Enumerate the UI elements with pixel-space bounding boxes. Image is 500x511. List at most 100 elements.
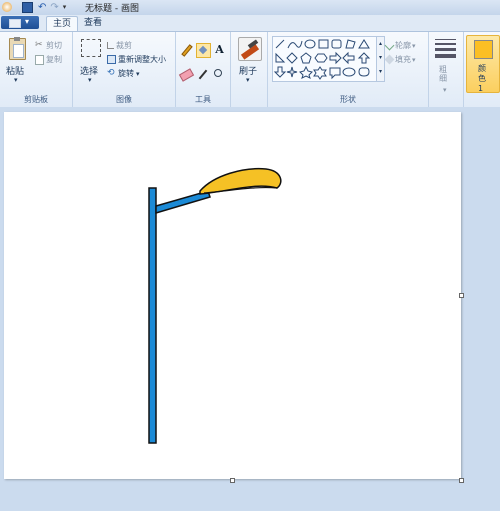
brushes-group[interactable]: 刷子 ▾ [231, 32, 268, 107]
color-picker-tool[interactable] [197, 68, 210, 81]
crop-icon [107, 42, 114, 49]
copy-icon [35, 54, 44, 65]
cut-label: 剪切 [46, 41, 62, 50]
pencil-tool[interactable] [180, 44, 193, 57]
clipboard-icon [9, 37, 26, 60]
pencil-icon [180, 44, 193, 57]
copy-label: 复制 [46, 55, 62, 64]
line-shape-icon [275, 39, 285, 49]
title-bar: ↶ ↷ ▾ 无标题 - 画图 [0, 0, 500, 16]
scissors-icon: ✂ [35, 40, 43, 50]
canvas-resize-handle-right[interactable] [459, 293, 464, 298]
clipboard-group: 粘贴 ▾ ✂ 剪切 复制 剪贴板 [0, 32, 73, 107]
lamp-head [199, 167, 282, 195]
tab-home[interactable]: 主页 [46, 16, 78, 32]
chevron-down-icon: ▾ [25, 17, 30, 26]
shapes-gallery[interactable] [272, 36, 378, 82]
size-label: 粗细 [439, 65, 447, 83]
fill-tool[interactable] [196, 43, 211, 58]
canvas[interactable] [4, 112, 461, 479]
color1-label: 颜色 1 [478, 64, 486, 93]
text-tool[interactable]: A [213, 43, 226, 56]
cloud-callout-shape-icon [358, 67, 370, 77]
line-width-icon [435, 39, 456, 58]
tools-group-label: 工具 [195, 95, 211, 104]
curve-shape-icon [287, 40, 303, 49]
eraser-icon [178, 68, 195, 82]
tab-view-label: 查看 [83, 18, 102, 28]
paint-menu-button[interactable]: ▾ [1, 16, 39, 29]
fill-bucket-icon [384, 54, 395, 65]
rectangle-shape-icon [318, 39, 329, 49]
right-triangle-shape-icon [275, 52, 286, 63]
canvas-resize-handle-corner[interactable] [459, 478, 464, 483]
resize-icon [107, 55, 116, 64]
pen-outline-icon [384, 40, 395, 51]
select-button[interactable]: 选择 ▾ [78, 36, 104, 86]
street-lamp-drawing [148, 167, 282, 444]
paint-menu-icon [9, 19, 21, 28]
shapes-group: ▴ ▾ ▾ 轮廓 ▾ 填充 ▾ 形状 [268, 32, 429, 107]
cut-button[interactable]: ✂ 剪切 [35, 40, 62, 51]
save-icon[interactable] [22, 1, 33, 13]
eyedropper-icon [198, 69, 208, 80]
up-arrow-shape-icon [357, 52, 371, 64]
canvas-resize-handle-bottom[interactable] [230, 478, 235, 483]
brush-icon [238, 37, 262, 61]
image-group: 选择 ▾ 裁剪 重新调整大小 ⟲ 旋转 ▾ 图像 [73, 32, 176, 107]
fill-button[interactable]: 填充 ▾ [384, 54, 416, 65]
diamond-shape-icon [286, 52, 298, 64]
rectangular-callout-shape-icon [329, 67, 341, 80]
chevron-down-icon: ▾ [412, 55, 416, 64]
five-point-star-shape-icon [299, 65, 313, 79]
chevron-down-icon: ▾ [378, 54, 382, 61]
chevron-down-icon: ▾ [88, 76, 92, 84]
outline-label: 轮廓 [395, 41, 411, 50]
color1-button[interactable]: 颜色 1 [466, 35, 500, 93]
four-point-star-shape-icon [286, 66, 298, 78]
tab-home-label: 主页 [52, 19, 71, 29]
crop-button[interactable]: 裁剪 [107, 40, 132, 51]
chevron-up-icon: ▴ [378, 40, 382, 47]
chevron-down-icon: ▾ [14, 76, 18, 84]
tab-view[interactable]: 查看 [80, 16, 106, 31]
magnifier-tool[interactable] [213, 68, 226, 81]
expand-icon: ▾ [378, 68, 382, 75]
polygon-shape-icon [345, 39, 356, 49]
rotate-button[interactable]: ⟲ 旋转 ▾ [107, 68, 140, 79]
ribbon: 粘贴 ▾ ✂ 剪切 复制 剪贴板 选择 ▾ 裁剪 重新调整大小 ⟲ 旋转 ▾ 图… [0, 31, 500, 108]
app-icon[interactable] [2, 2, 12, 12]
redo-icon[interactable]: ↷ [50, 2, 58, 13]
crop-label: 裁剪 [116, 41, 132, 50]
window-title: 无标题 - 画图 [85, 4, 139, 14]
lamp-pole [148, 187, 157, 444]
magnifier-icon [214, 69, 222, 77]
quick-access-toolbar: ↶ ↷ ▾ [2, 1, 66, 13]
size-button[interactable]: 粗细 ▾ [429, 32, 464, 107]
tools-group: A 工具 [176, 32, 231, 107]
right-arrow-shape-icon [329, 51, 342, 65]
paint-bucket-icon [198, 45, 208, 55]
chevron-down-icon: ▾ [136, 69, 140, 78]
chevron-down-icon: ▾ [412, 41, 416, 50]
left-arrow-shape-icon [342, 51, 355, 65]
six-point-star-shape-icon [313, 66, 327, 80]
paste-button[interactable]: 粘贴 ▾ [4, 36, 30, 86]
rotate-icon: ⟲ [107, 68, 115, 78]
undo-icon[interactable]: ↶ [38, 2, 46, 13]
chevron-down-icon: ▾ [246, 76, 250, 84]
oval-shape-icon [304, 39, 316, 49]
color1-swatch [474, 40, 493, 59]
down-arrow-shape-icon [273, 66, 287, 78]
outline-button[interactable]: 轮廓 ▾ [384, 40, 416, 51]
fill-label: 填充 [395, 55, 411, 64]
shapes-gallery-icons [273, 39, 371, 80]
resize-button[interactable]: 重新调整大小 [107, 54, 166, 65]
customize-quick-access-icon[interactable]: ▾ [63, 3, 67, 11]
clipboard-group-label: 剪贴板 [24, 95, 48, 104]
text-a-icon: A [215, 43, 224, 56]
pentagon-shape-icon [300, 52, 312, 64]
copy-button[interactable]: 复制 [35, 54, 62, 65]
eraser-tool[interactable] [178, 68, 195, 82]
chevron-down-icon: ▾ [443, 86, 447, 94]
